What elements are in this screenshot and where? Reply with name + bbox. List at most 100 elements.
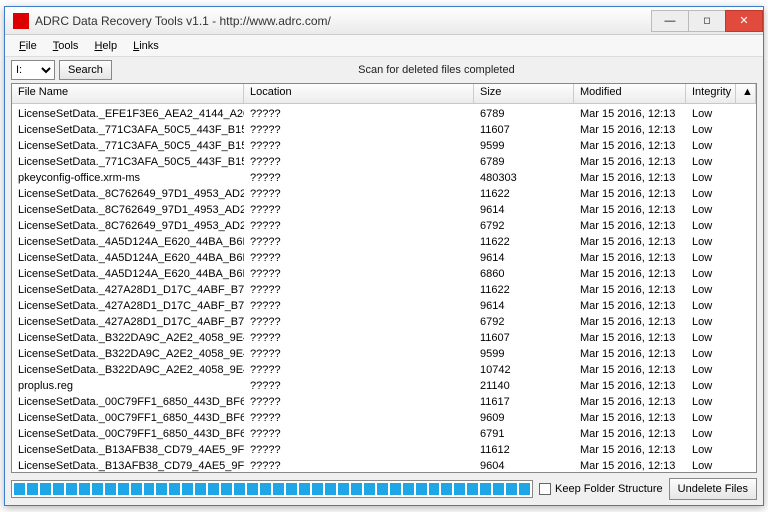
cell-modified: Mar 15 2016, 12:13 <box>574 104 686 120</box>
cell-size: 6792 <box>474 312 574 328</box>
cell-modified: Mar 15 2016, 12:13 <box>574 216 686 232</box>
cell-modified: Mar 15 2016, 12:13 <box>574 424 686 440</box>
cell-integrity: Low <box>686 328 736 344</box>
menu-item-tools[interactable]: Tools <box>45 38 87 54</box>
bottom-bar: Keep Folder Structure Undelete Files <box>5 473 763 505</box>
table-row[interactable]: LicenseSetData._EFE1F3E6_AEA2_4144_A208.… <box>12 104 756 120</box>
progress-segment <box>131 483 142 495</box>
menu-item-help[interactable]: Help <box>86 38 125 54</box>
undelete-button[interactable]: Undelete Files <box>669 478 757 500</box>
file-list-panel: File Name Location Size Modified Integri… <box>11 83 757 473</box>
cell-location: ????? <box>244 184 474 200</box>
menu-item-file[interactable]: File <box>11 38 45 54</box>
cell-modified: Mar 15 2016, 12:13 <box>574 120 686 136</box>
cell-modified: Mar 15 2016, 12:13 <box>574 440 686 456</box>
cell-location: ????? <box>244 152 474 168</box>
cell-modified: Mar 15 2016, 12:13 <box>574 168 686 184</box>
table-row[interactable]: LicenseSetData._B13AFB38_CD79_4AE5_9F7F.… <box>12 456 756 472</box>
table-row[interactable]: LicenseSetData._B13AFB38_CD79_4AE5_9F7F.… <box>12 440 756 456</box>
table-row[interactable]: LicenseSetData._00C79FF1_6850_443D_BF61.… <box>12 424 756 440</box>
cell-filename: LicenseSetData._B322DA9C_A2E2_4058_9E4E.… <box>12 360 244 376</box>
toolbar: I: Search Scan for deleted files complet… <box>5 57 763 83</box>
cell-modified: Mar 15 2016, 12:13 <box>574 376 686 392</box>
cell-filename: LicenseSetData._00C79FF1_6850_443D_BF61.… <box>12 408 244 424</box>
table-row[interactable]: pkeyconfig-office.xrm-ms?????480303Mar 1… <box>12 168 756 184</box>
header-modified[interactable]: Modified <box>574 84 686 103</box>
cell-size: 10742 <box>474 360 574 376</box>
maximize-button[interactable] <box>688 10 726 32</box>
cell-integrity: Low <box>686 184 736 200</box>
cell-size: 9614 <box>474 296 574 312</box>
cell-size: 9599 <box>474 136 574 152</box>
progress-segment <box>377 483 388 495</box>
drive-select[interactable]: I: <box>11 60 55 80</box>
cell-integrity: Low <box>686 456 736 472</box>
table-row[interactable]: LicenseSetData._771C3AFA_50C5_443F_B151.… <box>12 120 756 136</box>
header-filename[interactable]: File Name <box>12 84 244 103</box>
progress-segment <box>519 483 530 495</box>
cell-modified: Mar 15 2016, 12:13 <box>574 312 686 328</box>
header-sort-indicator[interactable]: ▲ <box>736 84 756 103</box>
progress-segment <box>390 483 401 495</box>
cell-filename: LicenseSetData._B322DA9C_A2E2_4058_9E4E.… <box>12 344 244 360</box>
cell-size: 9614 <box>474 248 574 264</box>
header-integrity[interactable]: Integrity <box>686 84 736 103</box>
progress-segment <box>299 483 310 495</box>
cell-filename: pkeyconfig-office.xrm-ms <box>12 168 244 184</box>
cell-filename: LicenseSetData._8C762649_97D1_4953_AD27.… <box>12 184 244 200</box>
menu-item-links[interactable]: Links <box>125 38 167 54</box>
keep-folder-checkbox[interactable]: Keep Folder Structure <box>539 483 663 495</box>
table-row[interactable]: LicenseSetData._427A28D1_D17C_4ABF_B717.… <box>12 280 756 296</box>
table-row[interactable]: LicenseSetData._427A28D1_D17C_4ABF_B717.… <box>12 296 756 312</box>
table-row[interactable]: LicenseSetData._8C762649_97D1_4953_AD27.… <box>12 200 756 216</box>
progress-segment <box>156 483 167 495</box>
window-title: ADRC Data Recovery Tools v1.1 - http://w… <box>35 14 652 28</box>
search-button[interactable]: Search <box>59 60 112 80</box>
table-row[interactable]: LicenseSetData._B322DA9C_A2E2_4058_9E4E.… <box>12 360 756 376</box>
table-row[interactable]: LicenseSetData._771C3AFA_50C5_443F_B151.… <box>12 136 756 152</box>
cell-integrity: Low <box>686 344 736 360</box>
minimize-button[interactable] <box>651 10 689 32</box>
header-size[interactable]: Size <box>474 84 574 103</box>
cell-size: 6860 <box>474 264 574 280</box>
progress-segment <box>467 483 478 495</box>
table-row[interactable]: LicenseSetData._B322DA9C_A2E2_4058_9E4E.… <box>12 328 756 344</box>
cell-location: ????? <box>244 200 474 216</box>
table-row[interactable]: LicenseSetData._B322DA9C_A2E2_4058_9E4E.… <box>12 344 756 360</box>
scan-status: Scan for deleted files completed <box>116 64 757 76</box>
cell-location: ????? <box>244 344 474 360</box>
cell-location: ????? <box>244 120 474 136</box>
file-rows[interactable]: LicenseSetData._EFE1F3E6_AEA2_4144_A208.… <box>12 104 756 472</box>
table-row[interactable]: LicenseSetData._4A5D124A_E620_44BA_B6FF.… <box>12 248 756 264</box>
cell-location: ????? <box>244 168 474 184</box>
header-location[interactable]: Location <box>244 84 474 103</box>
cell-location: ????? <box>244 424 474 440</box>
table-row[interactable]: LicenseSetData._8C762649_97D1_4953_AD27.… <box>12 184 756 200</box>
progress-segment <box>247 483 258 495</box>
table-row[interactable]: LicenseSetData._427A28D1_D17C_4ABF_B717.… <box>12 312 756 328</box>
cell-filename: LicenseSetData._B322DA9C_A2E2_4058_9E4E.… <box>12 328 244 344</box>
cell-location: ????? <box>244 328 474 344</box>
table-row[interactable]: LicenseSetData._771C3AFA_50C5_443F_B151.… <box>12 152 756 168</box>
cell-filename: LicenseSetData._4A5D124A_E620_44BA_B6FF.… <box>12 248 244 264</box>
cell-filename: proplus.reg <box>12 376 244 392</box>
progress-segment <box>416 483 427 495</box>
cell-integrity: Low <box>686 280 736 296</box>
progress-segment <box>66 483 77 495</box>
cell-size: 21140 <box>474 376 574 392</box>
cell-filename: LicenseSetData._4A5D124A_E620_44BA_B6FF.… <box>12 232 244 248</box>
table-row[interactable]: LicenseSetData._4A5D124A_E620_44BA_B6FF.… <box>12 232 756 248</box>
close-button[interactable] <box>725 10 763 32</box>
progress-segment <box>195 483 206 495</box>
table-row[interactable]: LicenseSetData._00C79FF1_6850_443D_BF61.… <box>12 408 756 424</box>
cell-size: 9614 <box>474 200 574 216</box>
cell-modified: Mar 15 2016, 12:13 <box>574 184 686 200</box>
cell-location: ????? <box>244 264 474 280</box>
progress-segment <box>286 483 297 495</box>
progress-segment <box>105 483 116 495</box>
titlebar[interactable]: ADRC Data Recovery Tools v1.1 - http://w… <box>5 7 763 35</box>
table-row[interactable]: LicenseSetData._00C79FF1_6850_443D_BF61.… <box>12 392 756 408</box>
table-row[interactable]: proplus.reg?????21140Mar 15 2016, 12:13L… <box>12 376 756 392</box>
table-row[interactable]: LicenseSetData._4A5D124A_E620_44BA_B6FF.… <box>12 264 756 280</box>
table-row[interactable]: LicenseSetData._8C762649_97D1_4953_AD27.… <box>12 216 756 232</box>
